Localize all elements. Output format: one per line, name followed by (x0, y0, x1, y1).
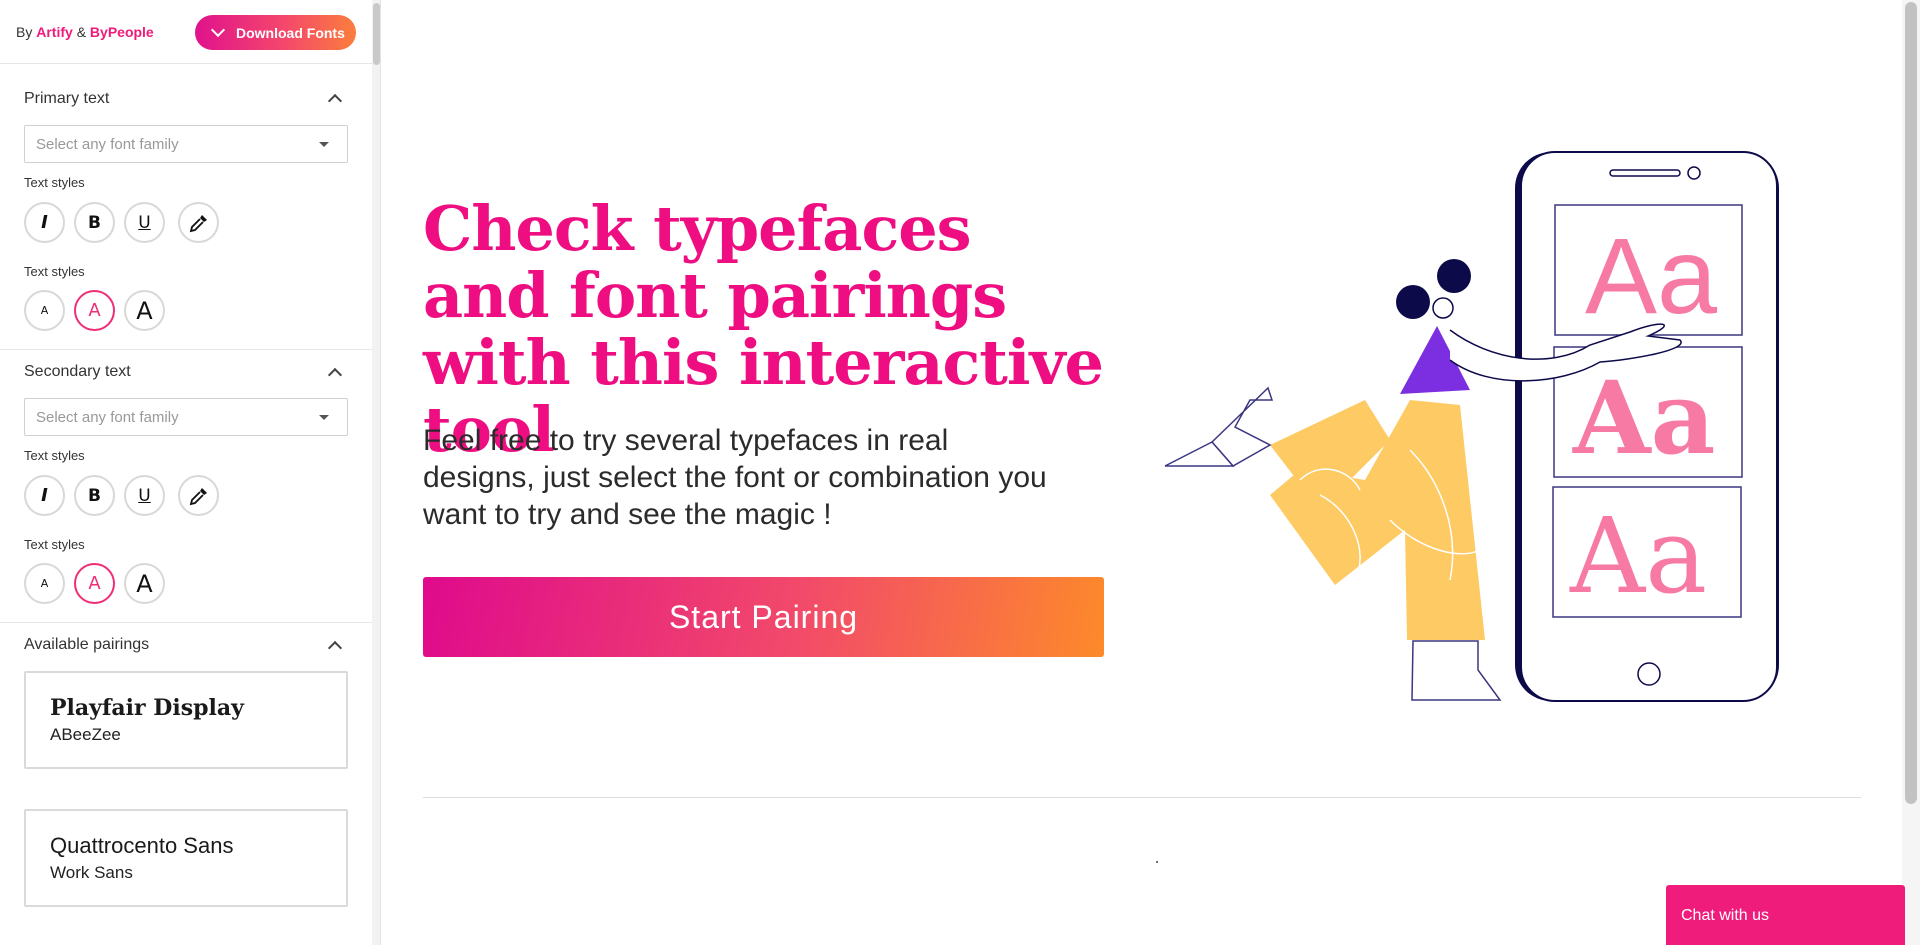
glyph-aa: Aa (1572, 359, 1715, 477)
eyedropper-icon (189, 487, 207, 505)
primary-size-large[interactable]: A (124, 290, 165, 331)
bypeople-link[interactable]: ByPeople (90, 24, 154, 40)
caret-down-icon (319, 142, 329, 147)
page-scrollbar-thumb[interactable] (1905, 2, 1917, 804)
bold-icon: B (88, 485, 101, 506)
page: By Artify & ByPeople Download Fonts Prim… (0, 0, 1920, 945)
primary-size-medium[interactable]: A (74, 290, 115, 331)
available-pairings-title: Available pairings (24, 636, 150, 653)
artify-link[interactable]: Artify (36, 24, 73, 40)
italic-icon: I (41, 212, 48, 233)
secondary-font-select[interactable]: Select any font family (24, 398, 348, 436)
pairing-card[interactable]: Quattrocento Sans Work Sans (24, 809, 348, 907)
section-divider (0, 622, 372, 623)
primary-italic-button[interactable]: I (24, 202, 65, 243)
pairing-primary-font: Quattrocento Sans (50, 833, 234, 858)
glyph-aa: Aa (1585, 215, 1718, 336)
download-fonts-button[interactable]: Download Fonts (195, 15, 356, 50)
secondary-color-picker-button[interactable] (178, 475, 219, 516)
size-large-icon: A (136, 569, 153, 598)
phone-speaker (1609, 169, 1681, 177)
primary-styles-label: Text styles (24, 175, 85, 190)
primary-bold-button[interactable]: B (74, 202, 115, 243)
primary-font-placeholder: Select any font family (36, 136, 179, 153)
sidebar-scrollbar[interactable] (372, 0, 380, 945)
download-fonts-label: Download Fonts (236, 24, 345, 41)
start-pairing-button[interactable]: Start Pairing (423, 577, 1104, 657)
primary-size-small[interactable]: A (24, 290, 65, 331)
secondary-bold-button[interactable]: B (74, 475, 115, 516)
size-small-icon: A (40, 577, 49, 590)
secondary-font-placeholder: Select any font family (36, 409, 179, 426)
underline-icon: U (138, 212, 151, 233)
chat-with-us-button[interactable]: Chat with us (1666, 885, 1905, 945)
secondary-underline-button[interactable]: U (124, 475, 165, 516)
figure-face (1432, 297, 1454, 319)
figure-hair (1396, 285, 1430, 319)
primary-font-select[interactable]: Select any font family (24, 125, 348, 163)
pairing-card[interactable]: Playfair Display ABeeZee (24, 671, 348, 769)
eyedropper-icon (189, 214, 207, 232)
byline-amp: & (76, 24, 87, 40)
secondary-size-large[interactable]: A (124, 563, 165, 604)
primary-sizes-label: Text styles (24, 264, 85, 279)
hero-illustration: Aa Aa Aa (1164, 151, 1779, 702)
size-medium-icon: A (88, 300, 101, 321)
secondary-size-small[interactable]: A (24, 563, 65, 604)
secondary-size-medium[interactable]: A (74, 563, 115, 604)
secondary-sizes-label: Text styles (24, 537, 85, 552)
glyph-aa: Aa (1569, 495, 1707, 617)
content-divider (423, 797, 1861, 798)
phone-camera (1687, 166, 1701, 180)
primary-color-picker-button[interactable] (178, 202, 219, 243)
figure-foot (1411, 640, 1502, 701)
pairing-primary-font: Playfair Display (50, 695, 244, 721)
phone-home-button (1637, 662, 1661, 686)
sidebar: By Artify & ByPeople Download Fonts Prim… (0, 0, 381, 945)
bold-icon: B (88, 212, 101, 233)
secondary-styles-label: Text styles (24, 448, 85, 463)
chevron-up-icon[interactable] (327, 640, 343, 656)
size-large-icon: A (136, 296, 153, 325)
sidebar-scrollbar-thumb[interactable] (373, 3, 380, 65)
caret-down-icon (319, 415, 329, 420)
pairing-secondary-font: ABeeZee (50, 725, 121, 744)
sidebar-header: By Artify & ByPeople Download Fonts (0, 0, 372, 64)
chevron-up-icon[interactable] (327, 93, 343, 109)
chevron-up-icon[interactable] (327, 367, 343, 383)
size-small-icon: A (40, 304, 49, 317)
byline: By Artify & ByPeople (16, 24, 154, 40)
section-divider (0, 349, 372, 350)
byline-prefix: By (16, 24, 33, 40)
figure-bun (1437, 259, 1471, 293)
secondary-italic-button[interactable]: I (24, 475, 65, 516)
chevron-down-icon (210, 22, 226, 38)
italic-icon: I (41, 485, 48, 506)
secondary-text-title: Secondary text (24, 363, 131, 380)
hero-subline: Feel free to try several typefaces in re… (423, 424, 1047, 531)
pairing-secondary-font: Work Sans (50, 863, 133, 882)
primary-text-title: Primary text (24, 90, 110, 107)
primary-underline-button[interactable]: U (124, 202, 165, 243)
size-medium-icon: A (88, 573, 101, 594)
underline-icon: U (138, 485, 151, 506)
loading-dot (1156, 861, 1158, 863)
